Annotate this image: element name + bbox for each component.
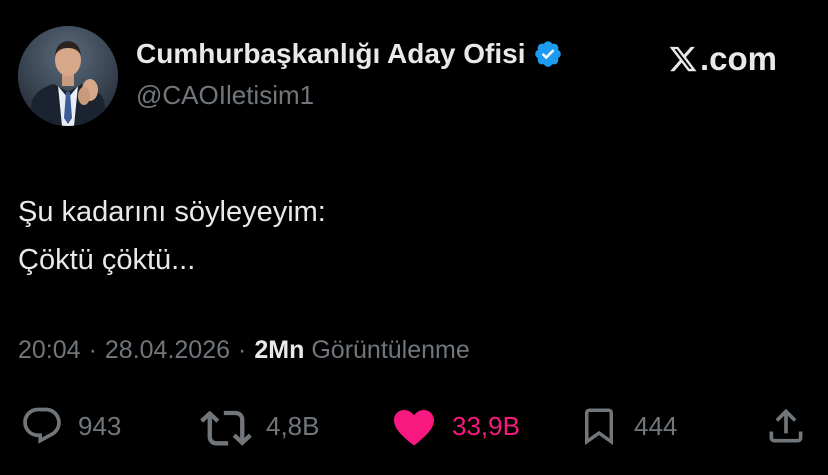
bookmark-count: 444 — [634, 410, 678, 441]
x-brand-watermark: .com — [668, 37, 777, 81]
share-button[interactable] — [764, 402, 808, 450]
bookmark-icon — [578, 403, 620, 449]
author-display-name[interactable]: Cumhurbaşkanlığı Aday Ofisi — [136, 38, 525, 70]
tweet-text: Şu kadarını söyleyeyim: Çöktü çöktü... — [18, 188, 326, 284]
reply-count: 943 — [78, 410, 122, 441]
bookmark-button[interactable]: 444 — [578, 402, 677, 450]
meta-separator: · — [88, 336, 97, 364]
retweet-button[interactable]: 4,8B — [200, 402, 320, 450]
brand-domain-text: .com — [700, 40, 778, 77]
reply-button[interactable]: 943 — [20, 402, 121, 450]
heart-icon — [390, 404, 438, 448]
x-logo-icon — [668, 44, 698, 74]
like-count: 33,9B — [452, 410, 520, 441]
tweet-time[interactable]: 20:04 — [18, 336, 81, 365]
tweet-date[interactable]: 28.04.2026 — [105, 336, 230, 365]
meta-separator: · — [238, 336, 247, 364]
verified-badge-icon — [533, 39, 563, 69]
avatar[interactable] — [18, 26, 118, 126]
retweet-count: 4,8B — [266, 410, 320, 441]
tweet-text-line: Şu kadarını söyleyeyim: — [18, 196, 326, 228]
views-count: 2Mn — [254, 336, 305, 364]
views-label: Görüntülenme — [311, 336, 470, 364]
tweet-meta: 20:04 · 28.04.2026 · 2Mn Görüntülenme — [18, 336, 470, 365]
author-handle[interactable]: @CAOIletisim1 — [136, 80, 314, 111]
like-button[interactable]: 33,9B — [390, 402, 520, 450]
reply-icon — [20, 404, 64, 448]
tweet-card: Cumhurbaşkanlığı Aday Ofisi @CAOIletisim… — [0, 0, 828, 475]
author-name-row: Cumhurbaşkanlığı Aday Ofisi — [136, 36, 563, 72]
tweet-action-bar: 943 4,8B 33,9B 444 — [18, 402, 810, 450]
retweet-icon — [200, 402, 252, 450]
share-icon — [764, 404, 808, 448]
tweet-text-line: Çöktü çöktü... — [18, 244, 196, 276]
